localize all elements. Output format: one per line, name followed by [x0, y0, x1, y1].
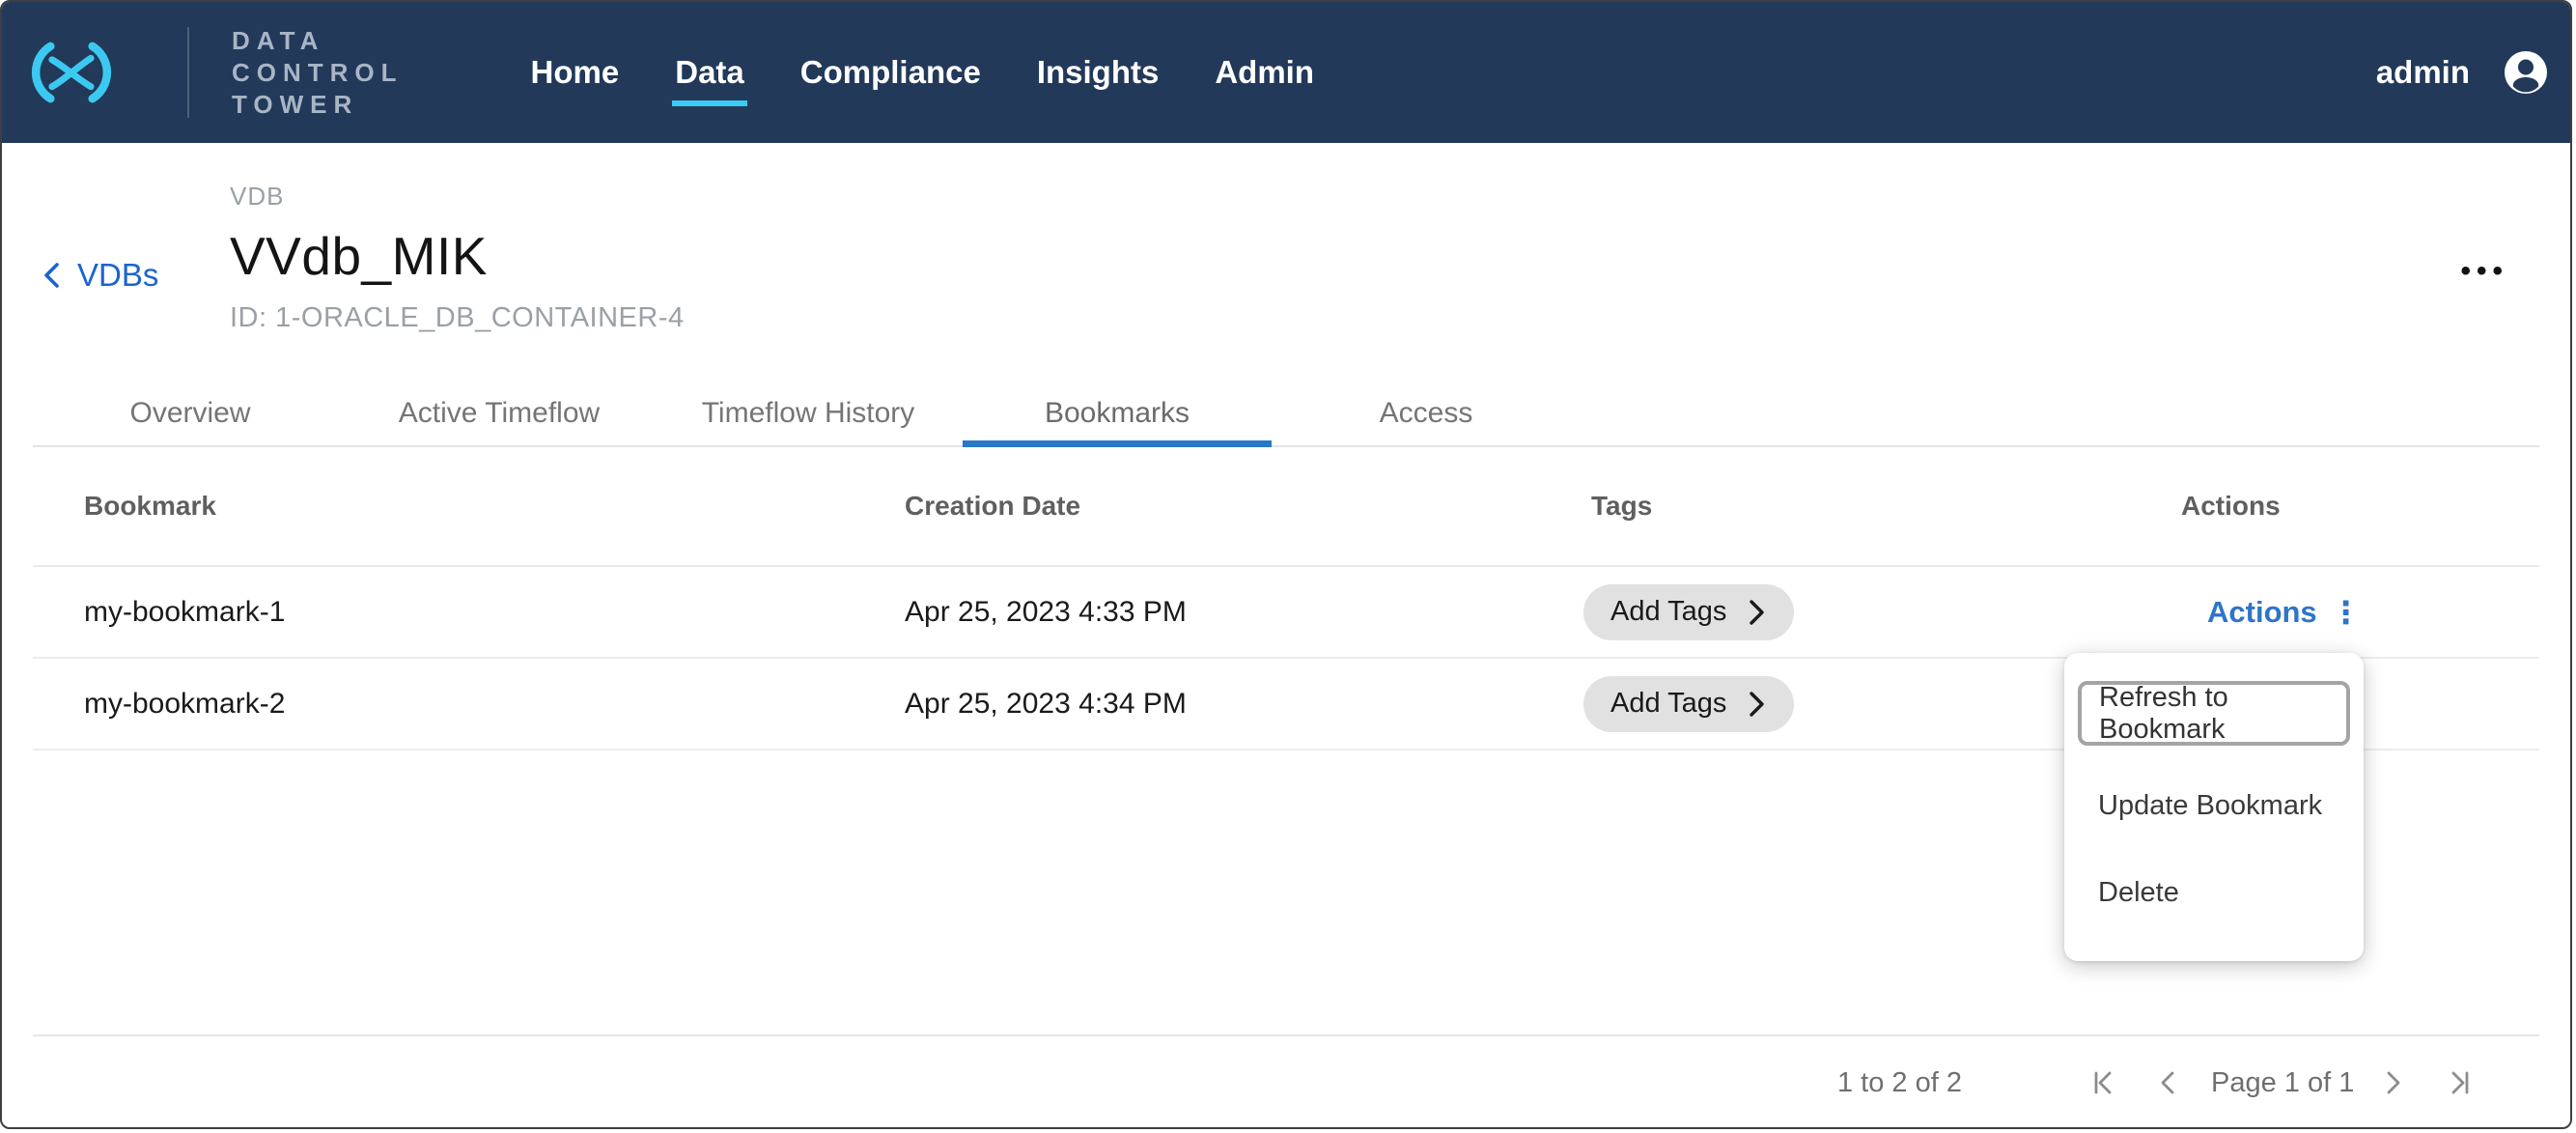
app-window: DATA CONTROL TOWER Home Data Compliance … — [0, 0, 2572, 1129]
nav-item-insights[interactable]: Insights — [1037, 54, 1160, 91]
title-block: VDB VVdb_MIK ID: 1-ORACLE_DB_CONTAINER-4 — [230, 182, 685, 334]
brand-line: CONTROL — [232, 57, 404, 89]
brand-line: TOWER — [232, 89, 404, 121]
tab-bookmarks[interactable]: Bookmarks — [963, 382, 1272, 445]
brand-title: DATA CONTROL TOWER — [232, 25, 404, 121]
bookmark-name: my-bookmark-2 — [33, 688, 854, 721]
breadcrumb-label: VDBs — [77, 257, 158, 294]
tab-active-timeflow[interactable]: Active Timeflow — [345, 382, 654, 445]
first-page-icon — [2086, 1065, 2120, 1100]
tab-overview[interactable]: Overview — [36, 382, 345, 445]
breadcrumb-back-link[interactable]: VDBs — [41, 257, 158, 294]
user-avatar-icon[interactable] — [2503, 49, 2549, 96]
chevron-left-icon — [41, 260, 62, 291]
nav-item-data[interactable]: Data — [675, 54, 744, 91]
row-actions-label: Actions — [2207, 595, 2317, 630]
column-header-bookmark: Bookmark — [33, 491, 854, 522]
first-page-button[interactable] — [2086, 1065, 2120, 1100]
add-tags-label: Add Tags — [1610, 688, 1726, 720]
creation-date: Apr 25, 2023 4:33 PM — [854, 596, 1540, 629]
nav-user-area: admin — [2376, 49, 2549, 96]
main-nav: Home Data Compliance Insights Admin — [531, 54, 1370, 91]
entity-id: ID: 1-ORACLE_DB_CONTAINER-4 — [230, 302, 685, 334]
add-tags-label: Add Tags — [1610, 596, 1726, 628]
column-header-actions: Actions — [2130, 491, 2539, 522]
page-indicator: Page 1 of 1 — [2211, 1036, 2354, 1129]
nav-item-admin[interactable]: Admin — [1215, 54, 1314, 91]
chevron-right-icon — [1746, 598, 1767, 627]
menu-item-refresh-to-bookmark[interactable]: Refresh to Bookmark — [2078, 681, 2350, 746]
previous-page-button[interactable] — [2151, 1065, 2186, 1100]
user-name: admin — [2376, 54, 2470, 91]
last-page-icon — [2443, 1065, 2478, 1100]
delphix-logo-icon — [25, 41, 118, 104]
row-actions-button[interactable]: Actions ⋮ — [2207, 595, 2362, 630]
menu-item-update-bookmark[interactable]: Update Bookmark — [2064, 790, 2364, 822]
chevron-right-icon — [1746, 690, 1767, 719]
kebab-menu-icon: ⋮ — [2331, 597, 2362, 628]
pagination-bar: 1 to 2 of 2 Page 1 of 1 — [33, 1034, 2539, 1129]
add-tags-button[interactable]: Add Tags — [1583, 676, 1794, 732]
last-page-button[interactable] — [2443, 1065, 2478, 1100]
pagination-range: 1 to 2 of 2 — [1837, 1036, 1962, 1129]
nav-item-compliance[interactable]: Compliance — [800, 54, 981, 91]
column-header-creation-date: Creation Date — [854, 491, 1540, 522]
brand-line: DATA — [232, 25, 404, 57]
brand: DATA CONTROL TOWER — [2, 25, 404, 121]
menu-item-delete[interactable]: Delete — [2064, 877, 2364, 909]
creation-date: Apr 25, 2023 4:34 PM — [854, 688, 1540, 721]
add-tags-button[interactable]: Add Tags — [1583, 584, 1794, 640]
bookmark-name: my-bookmark-1 — [33, 596, 854, 629]
chevron-left-icon — [2151, 1065, 2186, 1100]
nav-item-home[interactable]: Home — [531, 54, 620, 91]
page-title: VVdb_MIK — [230, 225, 685, 287]
more-actions-icon[interactable]: ••• — [2460, 255, 2508, 288]
tab-bar: Overview Active Timeflow Timeflow Histor… — [33, 382, 2539, 447]
next-page-button[interactable] — [2375, 1065, 2410, 1100]
brand-divider — [187, 27, 189, 118]
chevron-right-icon — [2375, 1065, 2410, 1100]
actions-menu: Refresh to Bookmark Update Bookmark Dele… — [2064, 653, 2364, 961]
table-header-row: Bookmark Creation Date Tags Actions — [33, 447, 2539, 567]
tab-timeflow-history[interactable]: Timeflow History — [654, 382, 963, 445]
top-nav: DATA CONTROL TOWER Home Data Compliance … — [2, 2, 2570, 143]
tab-access[interactable]: Access — [1272, 382, 1581, 445]
table-row: my-bookmark-1 Apr 25, 2023 4:33 PM Add T… — [33, 567, 2539, 659]
entity-type-label: VDB — [230, 182, 685, 212]
page-header: VDBs VDB VVdb_MIK ID: 1-ORACLE_DB_CONTAI… — [2, 143, 2570, 382]
column-header-tags: Tags — [1540, 491, 2130, 522]
